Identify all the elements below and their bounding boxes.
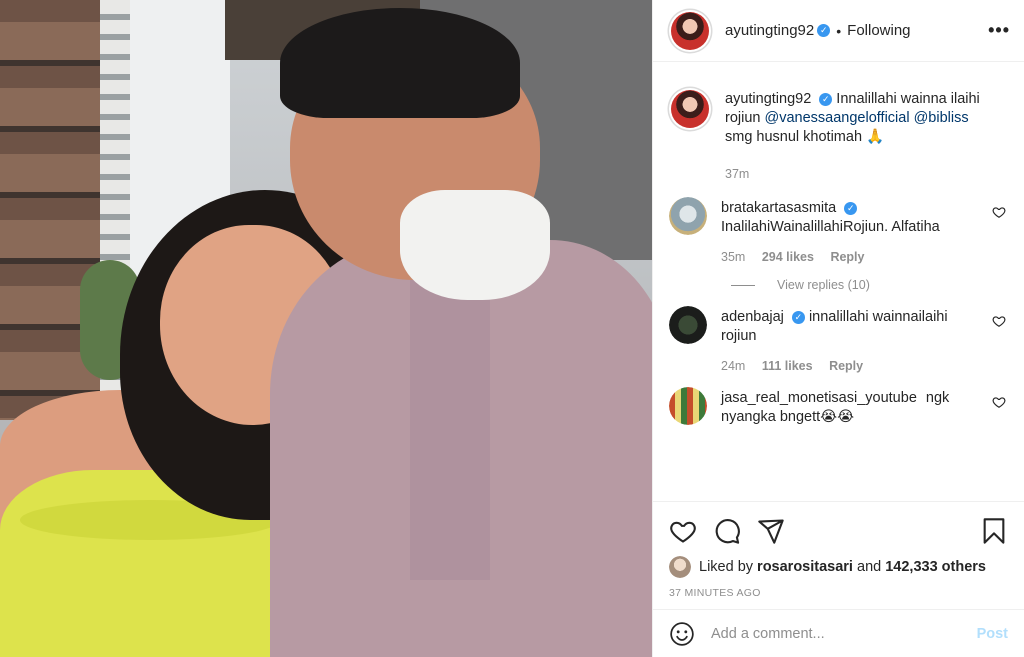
photo-face-mask — [400, 190, 550, 300]
comment-meta: 35m 294 likes Reply — [721, 250, 984, 264]
comment-likes[interactable]: 111 likes — [762, 359, 813, 373]
liker-avatar[interactable] — [669, 556, 691, 578]
mention-link[interactable]: @vanessaangelofficial — [765, 110, 910, 126]
post-actions: Liked by rosarositasari and 142,333 othe… — [653, 501, 1024, 609]
comment-text: bratakartasasmita ✓ InalilahiWainalillahi… — [721, 199, 984, 237]
verified-badge-icon: ✓ — [791, 311, 805, 324]
caption: ayutingting92 ✓ Innalillahi wainna ilaihi… — [669, 88, 1010, 181]
view-replies-label: View replies (10) — [777, 278, 870, 292]
view-replies-line — [731, 284, 755, 286]
caption-avatar[interactable] — [669, 88, 711, 130]
comment-body: InalilahiWainalillahiRojiun. Alfatiha — [721, 219, 940, 235]
photo-man-hair — [280, 8, 520, 118]
post-button[interactable]: Post — [977, 626, 1008, 642]
commenter-avatar[interactable] — [669, 306, 707, 344]
likes-prefix: Liked by — [699, 559, 754, 575]
caption-text-end: smg husnul khotimah 🙏 — [725, 129, 885, 145]
view-replies-button[interactable]: View replies (10) — [731, 278, 1010, 292]
caption-time[interactable]: 37m — [725, 167, 749, 181]
author-avatar[interactable] — [669, 9, 711, 52]
commenter-username[interactable]: bratakartasasmita — [721, 200, 836, 216]
heart-icon[interactable] — [992, 395, 1006, 409]
comment-item: bratakartasasmita ✓ InalilahiWainalillahi… — [669, 197, 1010, 264]
caption-text: ayutingting92 ✓ Innalillahi wainna ilaihi… — [725, 90, 984, 147]
comment-time[interactable]: 35m — [721, 250, 745, 264]
bookmark-icon[interactable] — [980, 517, 1008, 545]
verified-badge-icon: ✓ — [819, 93, 833, 106]
commenter-username[interactable]: adenbajaj — [721, 309, 784, 325]
comment-likes[interactable]: 294 likes — [762, 250, 814, 264]
comments-list[interactable]: ayutingting92 ✓ Innalillahi wainna ilaihi… — [653, 62, 1024, 501]
instagram-post-view: ayutingting92 ✓ • Following ••• ayutingt… — [0, 0, 1024, 657]
comment-input[interactable] — [711, 625, 977, 642]
comment-item: jasa_real_monetisasi_youtube ngk nyangka… — [669, 387, 1010, 427]
heart-icon[interactable] — [992, 314, 1006, 328]
photo-man-shirt — [270, 240, 652, 657]
emoji-icon[interactable] — [669, 621, 695, 647]
likes-summary: Liked by rosarositasari and 142,333 othe… — [669, 556, 1008, 578]
post-sidebar: ayutingting92 ✓ • Following ••• ayutingt… — [652, 0, 1024, 657]
caption-username[interactable]: ayutingting92 — [725, 91, 811, 107]
post-header: ayutingting92 ✓ • Following ••• — [653, 0, 1024, 62]
heart-icon[interactable] — [669, 517, 697, 545]
caption-meta: 37m — [725, 167, 984, 181]
commenter-avatar[interactable] — [669, 387, 707, 425]
reply-button[interactable]: Reply — [829, 359, 863, 373]
comment-time[interactable]: 24m — [721, 359, 745, 373]
verified-badge-icon: ✓ — [817, 24, 831, 37]
post-photo[interactable] — [0, 0, 652, 657]
comment-meta: 24m 111 likes Reply — [721, 359, 984, 373]
verified-badge-icon: ✓ — [844, 202, 858, 215]
comment-item: adenbajaj ✓ innalillahi wainnailaihi roji… — [669, 306, 1010, 373]
commenter-username[interactable]: jasa_real_monetisasi_youtube — [721, 390, 917, 406]
commenter-avatar[interactable] — [669, 197, 707, 235]
comment-icon[interactable] — [713, 517, 741, 545]
following-button[interactable]: Following — [847, 22, 910, 39]
heart-icon[interactable] — [992, 205, 1006, 219]
liker-username[interactable]: rosarositasari — [757, 559, 853, 575]
more-icon[interactable]: ••• — [988, 20, 1010, 41]
comment-text: jasa_real_monetisasi_youtube ngk nyangka… — [721, 389, 984, 427]
likes-middle: and — [857, 559, 882, 575]
add-comment-bar: Post — [653, 609, 1024, 657]
mention-link[interactable]: @bibliss — [914, 110, 969, 126]
comment-text: adenbajaj ✓ innalillahi wainnailaihi roji… — [721, 308, 984, 346]
post-timestamp[interactable]: 37 MINUTES AGO — [669, 587, 1008, 599]
author-username[interactable]: ayutingting92 — [725, 22, 814, 39]
likes-count[interactable]: 142,333 others — [885, 559, 986, 575]
header-separator: • — [836, 22, 842, 39]
reply-button[interactable]: Reply — [830, 250, 864, 264]
share-icon[interactable] — [757, 517, 785, 545]
action-icons — [669, 514, 1008, 548]
